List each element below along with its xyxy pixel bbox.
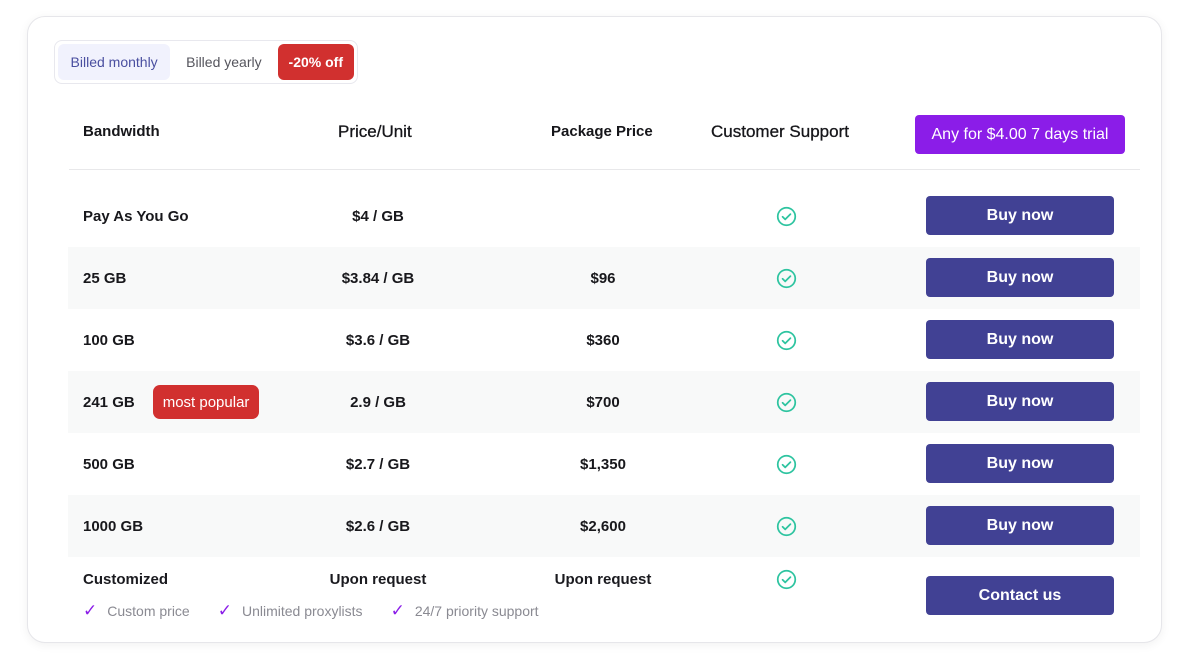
checkmark-icon: ✓ [83, 601, 98, 620]
header-divider [69, 169, 1140, 170]
bandwidth-label: Pay As You Go [83, 207, 189, 225]
checkmark-icon: ✓ [217, 601, 232, 620]
customized-price-unit: Upon request [329, 571, 427, 588]
most-popular-badge: most popular [152, 385, 260, 419]
bandwidth-cell: 500 GB [83, 433, 135, 495]
customized-title: Customized [83, 571, 169, 588]
table-row: 1000 GB $2.6 / GB $2,600 Buy now [68, 495, 1140, 557]
bandwidth-cell: 100 GB [83, 309, 135, 371]
table-row: Pay As You Go $4 / GB Buy now [68, 185, 1140, 247]
price-unit-cell: 2.9 / GB [350, 393, 406, 411]
price-unit-cell: $4 / GB [352, 207, 404, 225]
table-row: 241 GB most popular 2.9 / GB $700 Buy now [68, 371, 1140, 433]
table-row: 25 GB $3.84 / GB $96 Buy now [68, 247, 1140, 309]
bandwidth-label: 500 GB [83, 455, 135, 473]
table-row: 500 GB $2.7 / GB $1,350 Buy now [68, 433, 1140, 495]
package-price-cell: $360 [586, 331, 620, 349]
discount-badge[interactable]: -20% off [277, 44, 354, 80]
bandwidth-cell: 241 GB most popular [83, 371, 260, 433]
header-package-price: Package Price [551, 123, 653, 140]
package-price-cell: $2,600 [580, 517, 626, 535]
buy-now-button[interactable]: Buy now [926, 196, 1114, 235]
buy-now-button[interactable]: Buy now [926, 258, 1114, 297]
package-price-cell: $700 [586, 393, 620, 411]
package-price-cell [543, 185, 663, 247]
package-price-cell: $96 [590, 269, 616, 287]
check-circle-icon [774, 309, 798, 371]
bandwidth-cell: Pay As You Go [83, 185, 189, 247]
check-circle-icon [774, 433, 798, 495]
bandwidth-label: 1000 GB [83, 517, 144, 535]
bandwidth-label: 25 GB [83, 269, 127, 287]
bandwidth-label: 241 GB [83, 393, 135, 411]
check-circle-icon [774, 247, 798, 309]
contact-us-button[interactable]: Contact us [926, 576, 1114, 615]
bandwidth-cell: 25 GB [83, 247, 126, 309]
header-customer-support: Customer Support [711, 122, 849, 141]
buy-now-button[interactable]: Buy now [926, 506, 1114, 545]
buy-now-button[interactable]: Buy now [926, 320, 1114, 359]
check-circle-icon [774, 185, 798, 247]
customized-package-price: Upon request [554, 571, 652, 588]
bandwidth-label: 100 GB [83, 331, 135, 349]
price-unit-cell: $3.6 / GB [345, 331, 411, 349]
check-circle-icon [774, 371, 798, 433]
feature-item: ✓ 24/7 priority support [390, 601, 539, 620]
billing-toggle: Billed monthly Billed yearly -20% off [54, 40, 358, 84]
price-unit-cell: $3.84 / GB [341, 269, 415, 287]
buy-now-button[interactable]: Buy now [926, 382, 1114, 421]
billed-monthly-option[interactable]: Billed monthly [58, 44, 171, 80]
price-unit-cell: $2.7 / GB [345, 455, 411, 473]
bandwidth-cell: 1000 GB [83, 495, 143, 557]
trial-button[interactable]: Any for $4.00 7 days trial [915, 115, 1125, 154]
checkmark-icon: ✓ [390, 601, 405, 620]
header-price-unit: Price/Unit [338, 122, 412, 141]
check-circle-icon [776, 569, 797, 590]
check-circle-icon [774, 495, 798, 557]
price-unit-cell: $2.6 / GB [345, 517, 411, 535]
customized-row: Customized Upon request Upon request ✓ Cu… [68, 557, 1140, 637]
customized-features: ✓ Custom price ✓ Unlimited proxylists ✓ 24/… [83, 601, 567, 621]
feature-item: ✓ Unlimited proxylists [217, 601, 363, 620]
package-price-cell: $1,350 [580, 455, 626, 473]
feature-item: ✓ Custom price [83, 601, 190, 620]
table-row: 100 GB $3.6 / GB $360 Buy now [68, 309, 1140, 371]
billed-yearly-option[interactable]: Billed yearly [170, 44, 277, 80]
buy-now-button[interactable]: Buy now [926, 444, 1114, 483]
header-bandwidth: Bandwidth [83, 123, 160, 140]
